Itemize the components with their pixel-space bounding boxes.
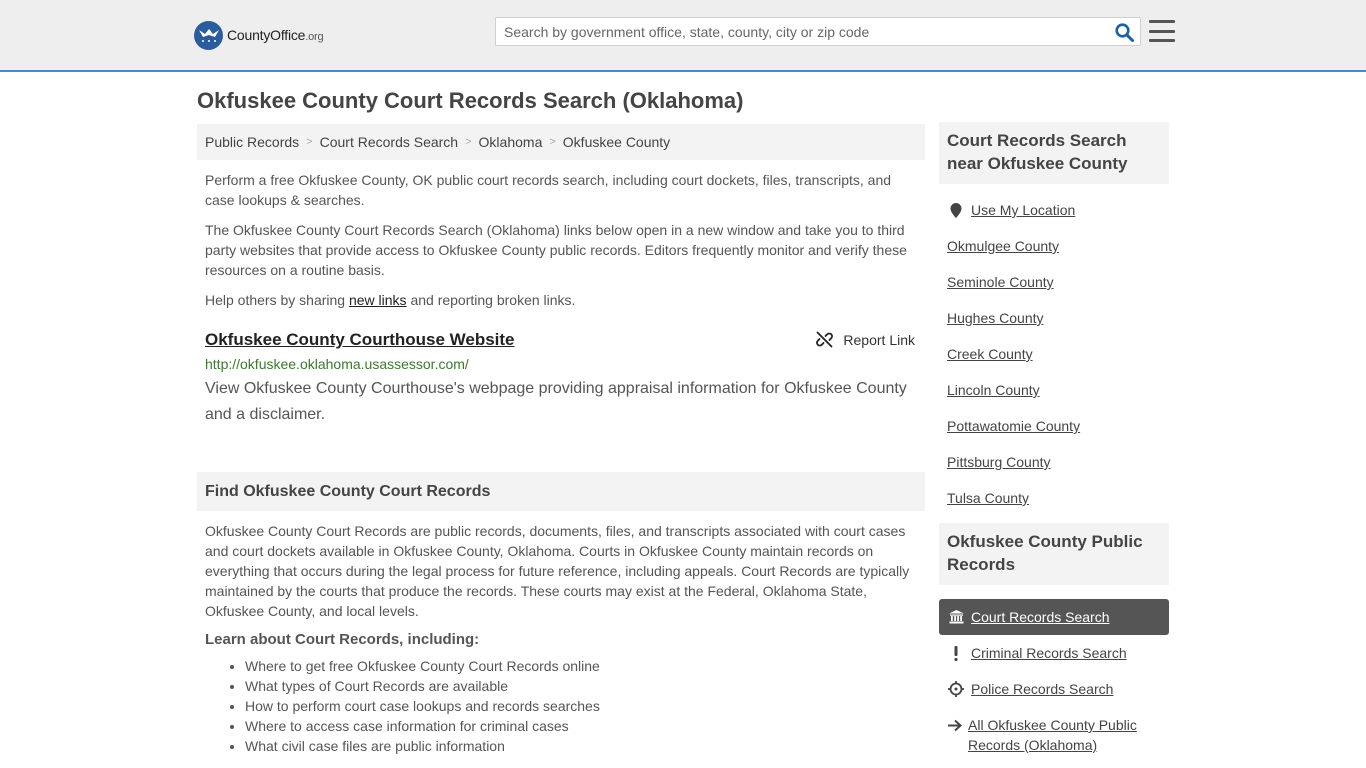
nearby-county-item: Seminole County	[939, 269, 1169, 305]
list-item: What civil case files are public informa…	[245, 736, 925, 756]
use-location-item: Use My Location	[939, 197, 1169, 233]
county-link-tulsa[interactable]: Tulsa County	[947, 490, 1029, 506]
intro-paragraph-2: The Okfuskee County Court Records Search…	[205, 222, 907, 278]
list-item: Where to get free Okfuskee County Court …	[245, 656, 925, 676]
nav-court-records-search[interactable]: Court Records Search	[939, 599, 1169, 635]
find-section-body: Okfuskee County Court Records are public…	[205, 523, 910, 619]
breadcrumb-court-records-search[interactable]: Court Records Search	[320, 134, 459, 150]
breadcrumb-separator: >	[549, 136, 556, 148]
exclamation-icon	[947, 645, 965, 661]
nearby-county-item: Pottawatomie County	[939, 413, 1169, 449]
search-input[interactable]	[496, 18, 1106, 45]
report-link-button[interactable]: Report Link	[816, 331, 915, 348]
logo-main: CountyOffice	[227, 27, 306, 43]
county-link-pittsburg[interactable]: Pittsburg County	[947, 454, 1051, 470]
nav-police-records-search[interactable]: Police Records Search	[939, 671, 1169, 707]
breadcrumb-okfuskee-county[interactable]: Okfuskee County	[563, 134, 670, 150]
public-records-nav: Court Records Search Criminal Records Se…	[939, 599, 1169, 755]
breadcrumb: Public Records > Court Records Search > …	[197, 124, 925, 160]
nav-criminal-records-search[interactable]: Criminal Records Search	[939, 635, 1169, 671]
county-link-lincoln[interactable]: Lincoln County	[947, 382, 1040, 398]
share-text-before: Help others by sharing	[205, 292, 349, 308]
arrow-right-icon	[947, 717, 962, 733]
hamburger-menu-icon[interactable]	[1149, 18, 1175, 44]
result-url: http://okfuskee.oklahoma.usassessor.com/	[205, 356, 469, 372]
breadcrumb-oklahoma[interactable]: Oklahoma	[479, 134, 543, 150]
county-link-okmulgee[interactable]: Okmulgee County	[947, 238, 1059, 254]
result-item: Okfuskee County Courthouse Website Repor…	[197, 330, 925, 428]
nearby-county-item: Okmulgee County	[939, 233, 1169, 269]
result-description: View Okfuskee County Courthouse's webpag…	[205, 380, 907, 423]
county-link-hughes[interactable]: Hughes County	[947, 310, 1044, 326]
list-item: What types of Court Records are availabl…	[245, 676, 925, 696]
map-pin-icon	[947, 202, 965, 218]
list-item: Where to access case information for cri…	[245, 716, 925, 736]
crosshair-icon	[947, 681, 965, 697]
use-my-location-link[interactable]: Use My Location	[971, 202, 1075, 218]
list-item: How to perform court case lookups and re…	[245, 696, 925, 716]
county-link-pottawatomie[interactable]: Pottawatomie County	[947, 418, 1080, 434]
county-link-seminole[interactable]: Seminole County	[947, 274, 1054, 290]
nearby-county-item: Hughes County	[939, 305, 1169, 341]
breadcrumb-separator: >	[465, 136, 472, 148]
result-title-link[interactable]: Okfuskee County Courthouse Website	[205, 330, 515, 350]
intro-paragraph-3: Help others by sharing new links and rep…	[197, 290, 925, 310]
sidebar: Court Records Search near Okfuskee Count…	[939, 122, 1169, 755]
nearby-heading: Court Records Search near Okfuskee Count…	[939, 122, 1169, 184]
nearby-county-item: Lincoln County	[939, 377, 1169, 413]
share-text-after: and reporting broken links.	[406, 292, 576, 308]
learn-list: Where to get free Okfuskee County Court …	[197, 656, 925, 756]
find-section-heading: Find Okfuskee County Court Records	[197, 472, 925, 511]
public-records-heading: Okfuskee County Public Records	[939, 523, 1169, 585]
breadcrumb-public-records[interactable]: Public Records	[205, 134, 299, 150]
nearby-county-item: Tulsa County	[939, 485, 1169, 521]
new-links-link[interactable]: new links	[349, 292, 407, 308]
nearby-list: Use My Location Okmulgee County Seminole…	[939, 197, 1169, 521]
search-icon	[1114, 22, 1134, 42]
breadcrumb-separator: >	[306, 136, 313, 148]
page-title: Okfuskee County Court Records Search (Ok…	[197, 88, 744, 113]
nav-police-records-label[interactable]: Police Records Search	[971, 681, 1113, 697]
nav-criminal-records-label[interactable]: Criminal Records Search	[971, 645, 1127, 661]
main-content: Public Records > Court Records Search > …	[197, 124, 925, 756]
site-header: CountyOffice.org	[0, 0, 1366, 72]
nav-all-public-records[interactable]: All Okfuskee County Public Records (Okla…	[939, 707, 1169, 755]
nav-court-records-label[interactable]: Court Records Search	[971, 609, 1110, 625]
search-button[interactable]	[1112, 20, 1136, 44]
broken-link-icon	[816, 331, 834, 348]
eagle-logo-icon	[194, 20, 223, 50]
logo-suffix: .org	[305, 31, 324, 43]
nearby-county-item: Pittsburg County	[939, 449, 1169, 485]
county-link-creek[interactable]: Creek County	[947, 346, 1033, 362]
nav-all-public-records-label[interactable]: All Okfuskee County Public Records (Okla…	[968, 715, 1161, 755]
courthouse-icon	[947, 609, 965, 625]
intro-paragraph-1: Perform a free Okfuskee County, OK publi…	[205, 172, 892, 208]
report-link-label: Report Link	[843, 331, 915, 348]
logo-text: CountyOffice.org	[227, 27, 324, 43]
site-logo[interactable]: CountyOffice.org	[194, 20, 324, 50]
nearby-county-item: Creek County	[939, 341, 1169, 377]
learn-heading: Learn about Court Records, including:	[205, 631, 480, 648]
search-box	[495, 17, 1141, 46]
